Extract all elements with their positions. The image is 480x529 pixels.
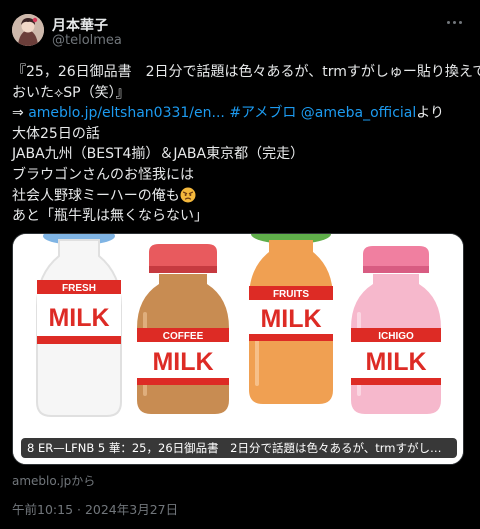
avatar[interactable] — [12, 14, 44, 46]
arrow-text: ⇒ — [12, 105, 29, 122]
bottle-milk-word: MILK — [365, 348, 426, 376]
more-dots-icon[interactable] — [442, 12, 466, 32]
tweet-line-text: 社会人野球ミーハーの俺も — [12, 187, 180, 204]
tweet-line: JABA九州（BEST4揃）＆JABA東京都（完走） — [12, 146, 305, 163]
tweet-line: おいた⟡SP（笑）』 — [12, 84, 130, 101]
bottle-label: COFFEE — [163, 331, 204, 342]
tweet-line: 大体25日の話 — [12, 125, 100, 142]
tweet-line: ⇒ ameblo.jp/eltshan0331/en... #アメブロ @ame… — [12, 103, 468, 124]
hashtag-link[interactable]: #アメブロ — [229, 105, 296, 121]
author-handle[interactable]: @telolmea — [52, 33, 122, 48]
milk-bottles-illustration: FRESH MILK COFFEE MILK FRUITS MILK ICHIG… — [13, 234, 463, 464]
ichigo-milk-bottle: ICHIGO MILK — [351, 246, 441, 414]
bottle-milk-word: MILK — [260, 305, 321, 333]
fruits-milk-bottle: FRUITS MILK — [249, 234, 333, 404]
tweet-line: 『25，26日御品書 2日分で話題は色々あるが、trmすがしゅー貼り換えて — [12, 64, 480, 80]
tweet-timestamp[interactable]: 午前10:15 · 2024年3月27日 — [12, 499, 178, 518]
bottle-milk-word: MILK — [48, 304, 109, 332]
tweet-line: 社会人野球ミーハーの俺も — [12, 186, 468, 207]
author-name[interactable]: 月本華子 — [52, 15, 108, 35]
tweet-line: あと「瓶牛乳は無くならない」 — [12, 208, 208, 225]
coffee-milk-bottle: COFFEE MILK — [137, 244, 229, 414]
angry-face-emoji-icon — [180, 187, 196, 203]
tweet-card: 月本華子 @telolmea 『25，26日御品書 2日分で話題は色々あるが、t… — [0, 0, 480, 529]
bottle-label: FRESH — [62, 283, 96, 294]
tweet-line: ブラウゴンさんのお怪我には — [12, 166, 194, 183]
suffix-text: より — [416, 105, 444, 122]
bottle-milk-word: MILK — [152, 348, 213, 376]
link-card-image[interactable]: FRESH MILK COFFEE MILK FRUITS MILK ICHIG… — [12, 233, 464, 465]
bottle-label: ICHIGO — [378, 331, 414, 342]
bottle-label: FRUITS — [273, 289, 309, 300]
mention-link[interactable]: @ameba_official — [301, 105, 416, 121]
blog-link[interactable]: ameblo.jp/eltshan0331/en... — [28, 105, 225, 121]
link-card-caption[interactable]: 8 ER—LFNB 5 華：25，26日御品書 2日分で話題は色々あるが、trm… — [21, 438, 457, 458]
link-card-source[interactable]: ameblo.jpから — [12, 472, 95, 489]
tweet-text: 『25，26日御品書 2日分で話題は色々あるが、trmすがしゅー貼り換えて おい… — [12, 62, 480, 227]
